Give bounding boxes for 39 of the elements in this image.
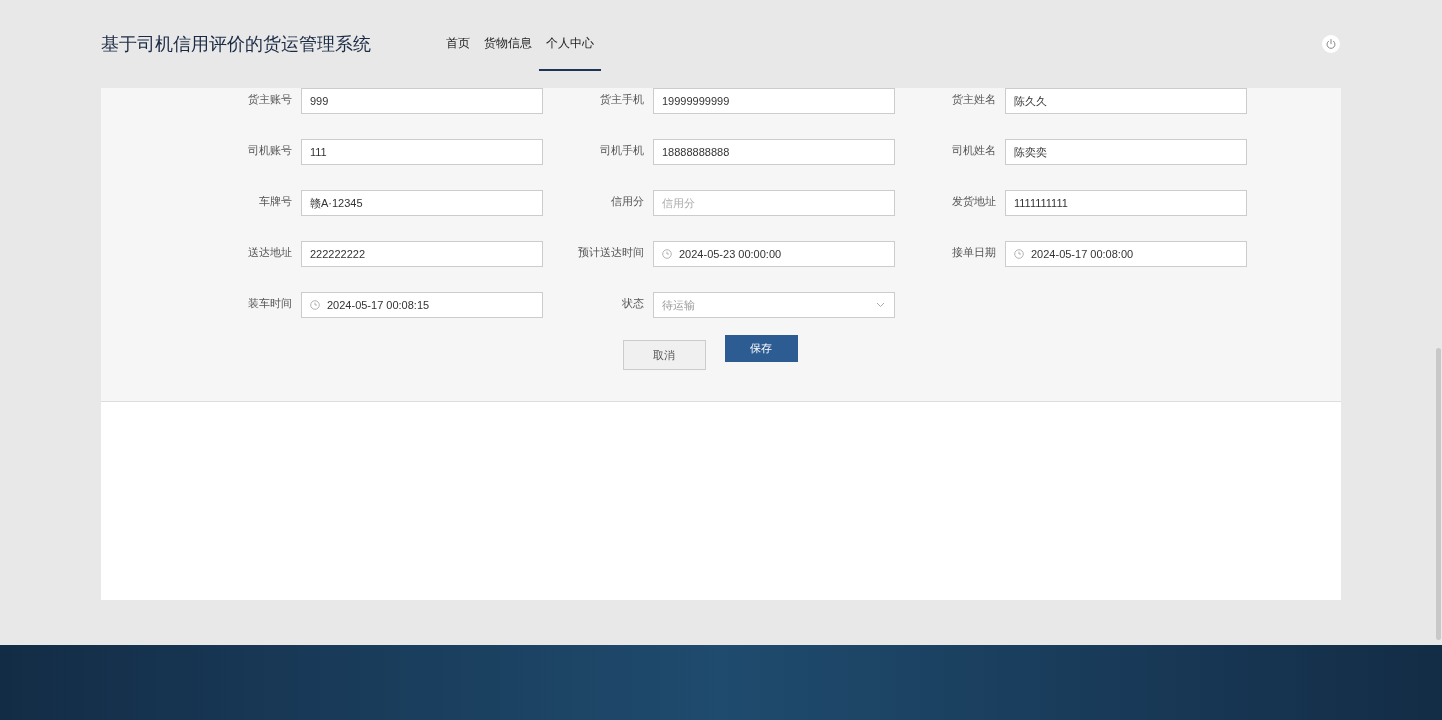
chevron-down-icon — [876, 302, 885, 308]
input-field[interactable]: 999 — [301, 88, 543, 114]
input-field[interactable]: 111 — [301, 139, 543, 165]
field-label: 货主手机 — [599, 92, 644, 107]
input-field[interactable]: 222222222 — [301, 241, 543, 267]
field-label: 车牌号 — [258, 194, 292, 209]
scrollbar[interactable] — [1436, 348, 1441, 640]
field-label: 接单日期 — [951, 245, 996, 260]
field-label: 装车时间 — [247, 296, 292, 311]
field-label: 信用分 — [610, 194, 644, 209]
field-label: 司机姓名 — [951, 143, 996, 158]
site-title: 基于司机信用评价的货运管理系统 — [101, 33, 371, 56]
input-field[interactable]: 信用分 — [653, 190, 895, 216]
field-label: 货主姓名 — [951, 92, 996, 107]
nav-tab[interactable]: 首页 — [439, 0, 477, 71]
field-label: 司机账号 — [247, 143, 292, 158]
date-field[interactable]: 2024-05-17 00:08:00 — [1005, 241, 1247, 267]
field-label: 发货地址 — [951, 194, 996, 209]
input-field[interactable]: 18888888888 — [653, 139, 895, 165]
input-field[interactable]: 19999999999 — [653, 88, 895, 114]
save-button[interactable]: 保存 — [724, 335, 798, 362]
date-field[interactable]: 2024-05-17 00:08:15 — [301, 292, 543, 318]
input-field[interactable]: 赣A·12345 — [301, 190, 543, 216]
clock-icon — [310, 300, 320, 310]
input-field[interactable]: 陈久久 — [1005, 88, 1247, 114]
field-label: 预计送达时间 — [577, 245, 644, 260]
date-field[interactable]: 2024-05-23 00:00:00 — [653, 241, 895, 267]
power-icon[interactable] — [1322, 35, 1340, 53]
clock-icon — [662, 249, 672, 259]
field-label: 司机手机 — [599, 143, 644, 158]
nav-tab[interactable]: 货物信息 — [477, 0, 539, 71]
clock-icon — [1014, 249, 1024, 259]
cancel-button[interactable]: 取消 — [622, 340, 706, 370]
input-field[interactable]: 1111111111 — [1005, 190, 1247, 216]
field-label: 送达地址 — [247, 245, 292, 260]
field-label: 状态 — [621, 296, 644, 311]
field-label: 货主账号 — [247, 92, 292, 107]
input-field[interactable]: 陈奕奕 — [1005, 139, 1247, 165]
nav-tab[interactable]: 个人中心 — [539, 0, 601, 71]
